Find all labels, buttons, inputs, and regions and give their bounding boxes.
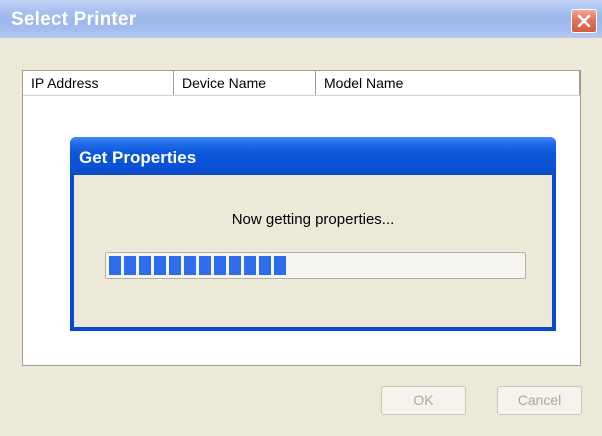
progress-bar — [105, 252, 526, 279]
get-properties-dialog: Get Properties Now getting properties... — [70, 137, 556, 331]
dialog-title-bar[interactable]: Get Properties — [70, 137, 556, 175]
column-header-device-name[interactable]: Device Name — [174, 71, 316, 95]
progress-bar-fill — [109, 256, 286, 275]
close-icon — [577, 14, 591, 28]
column-header-model-name[interactable]: Model Name — [316, 71, 580, 95]
select-printer-window: Select Printer IP Address Device Name Mo… — [0, 0, 602, 436]
cancel-button[interactable]: Cancel — [497, 386, 582, 415]
window-title: Select Printer — [11, 9, 137, 30]
close-button[interactable] — [571, 9, 597, 33]
ok-button[interactable]: OK — [381, 386, 466, 415]
status-message: Now getting properties... — [231, 211, 395, 228]
dialog-title: Get Properties — [79, 148, 197, 167]
list-header: IP Address Device Name Model Name — [23, 71, 580, 96]
title-bar[interactable]: Select Printer — [0, 0, 602, 38]
column-header-ip-address[interactable]: IP Address — [23, 71, 174, 95]
dialog-body: Now getting properties... — [74, 175, 552, 327]
